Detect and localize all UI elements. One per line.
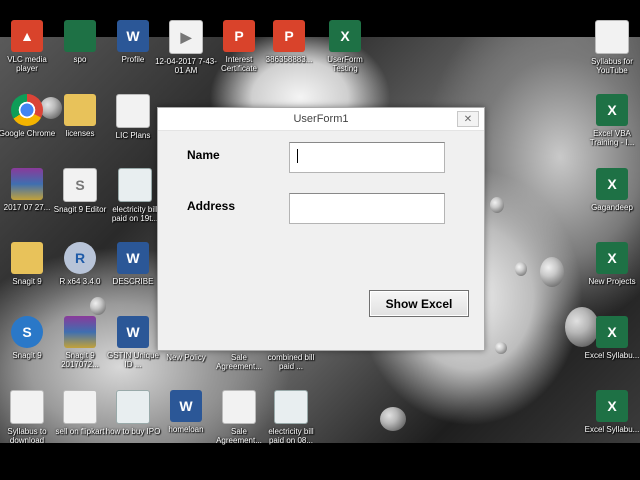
- desktop-icon-excel-syllabus-2[interactable]: X Excel Syllabu...: [581, 390, 640, 434]
- vlc-icon: ▲: [11, 20, 43, 52]
- icon-label: DESCRIBE: [112, 277, 154, 286]
- excel-icon: X: [329, 20, 361, 52]
- desktop-icon-new-projects[interactable]: X New Projects: [581, 242, 640, 286]
- icon-label: Excel Syllabu...: [584, 351, 640, 360]
- icon-label: electricity bill paid on 08...: [268, 427, 314, 445]
- desktop-icon-lic-plans[interactable]: LIC Plans: [102, 94, 164, 140]
- word-icon: W: [117, 20, 149, 52]
- excel-icon: X: [596, 242, 628, 274]
- excel-icon: X: [596, 316, 628, 348]
- document-icon: [595, 20, 629, 54]
- desktop-icon-excel-syllabus[interactable]: X Excel Syllabu...: [581, 316, 640, 360]
- pdf-icon: P: [273, 20, 305, 52]
- icon-label: 386358883...: [265, 55, 313, 64]
- screenshot-icon: [274, 390, 308, 424]
- folder-icon: [11, 242, 43, 274]
- desktop-icon-gagandeep[interactable]: X Gagandeep: [581, 168, 640, 212]
- water-drop: [90, 297, 106, 315]
- document-icon: [116, 94, 150, 128]
- winrar-icon: [11, 168, 43, 200]
- icon-label: LIC Plans: [115, 131, 151, 140]
- document-icon: [63, 390, 97, 424]
- spo-icon: [64, 20, 96, 52]
- desktop-icon-userform-testing[interactable]: X UserForm Testing: [314, 20, 376, 73]
- video-icon: ▶: [169, 20, 203, 54]
- desktop-icon-386358883[interactable]: P 386358883...: [258, 20, 320, 64]
- icon-label: Gagandeep: [591, 203, 633, 212]
- dialog-title: UserForm1: [293, 113, 349, 125]
- water-drop: [490, 197, 504, 213]
- address-field[interactable]: [289, 193, 445, 224]
- desktop-icon-electricity-bill-08[interactable]: electricity bill paid on 08...: [260, 390, 322, 445]
- desktop-icon-snagit-editor[interactable]: S Snagit 9 Editor: [49, 168, 111, 214]
- r-icon: R: [64, 242, 96, 274]
- icon-label: Excel VBA Training - I...: [589, 129, 635, 147]
- folder-icon: [64, 94, 96, 126]
- water-drop: [515, 262, 527, 276]
- icon-label: Excel Syllabu...: [584, 425, 640, 434]
- close-icon: ✕: [463, 113, 473, 125]
- excel-icon: X: [596, 168, 628, 200]
- icon-label: Syllabus for YouTube: [591, 57, 633, 75]
- desktop-icon-syllabus-youtube[interactable]: Syllabus for YouTube: [581, 20, 640, 75]
- name-field[interactable]: [289, 142, 445, 173]
- snagit-icon: S: [11, 316, 43, 348]
- show-excel-button[interactable]: Show Excel: [369, 290, 469, 317]
- desktop-icon-excel-vba[interactable]: X Excel VBA Training - I...: [581, 94, 640, 147]
- dialog-titlebar[interactable]: UserForm1 ✕: [158, 108, 484, 131]
- icon-label: UserForm Testing: [327, 55, 363, 73]
- excel-icon: X: [596, 94, 628, 126]
- water-drop: [540, 257, 564, 287]
- snagit-editor-icon: S: [63, 168, 97, 202]
- chrome-icon: [11, 94, 43, 126]
- name-label: Name: [187, 148, 220, 162]
- excel-icon: X: [596, 390, 628, 422]
- icon-label: combined bill paid ...: [267, 353, 315, 371]
- document-icon: [10, 390, 44, 424]
- close-button[interactable]: ✕: [457, 111, 479, 127]
- pdf-icon: P: [223, 20, 255, 52]
- word-icon: W: [117, 242, 149, 274]
- word-icon: W: [117, 316, 149, 348]
- userform-dialog: UserForm1 ✕ Name Address Show Excel: [157, 107, 485, 351]
- water-drop: [380, 407, 406, 431]
- icon-label: Snagit 9 Editor: [53, 205, 107, 214]
- water-drop: [495, 342, 507, 354]
- screenshot-icon: [118, 168, 152, 202]
- image-icon: [222, 390, 256, 424]
- word-icon: W: [170, 390, 202, 422]
- text-caret: [297, 149, 298, 163]
- desktop-icon-describe[interactable]: W DESCRIBE: [102, 242, 164, 286]
- address-label: Address: [187, 199, 236, 213]
- screenshot-icon: [116, 390, 150, 424]
- winrar-icon: [64, 316, 96, 348]
- icon-label: New Projects: [588, 277, 636, 286]
